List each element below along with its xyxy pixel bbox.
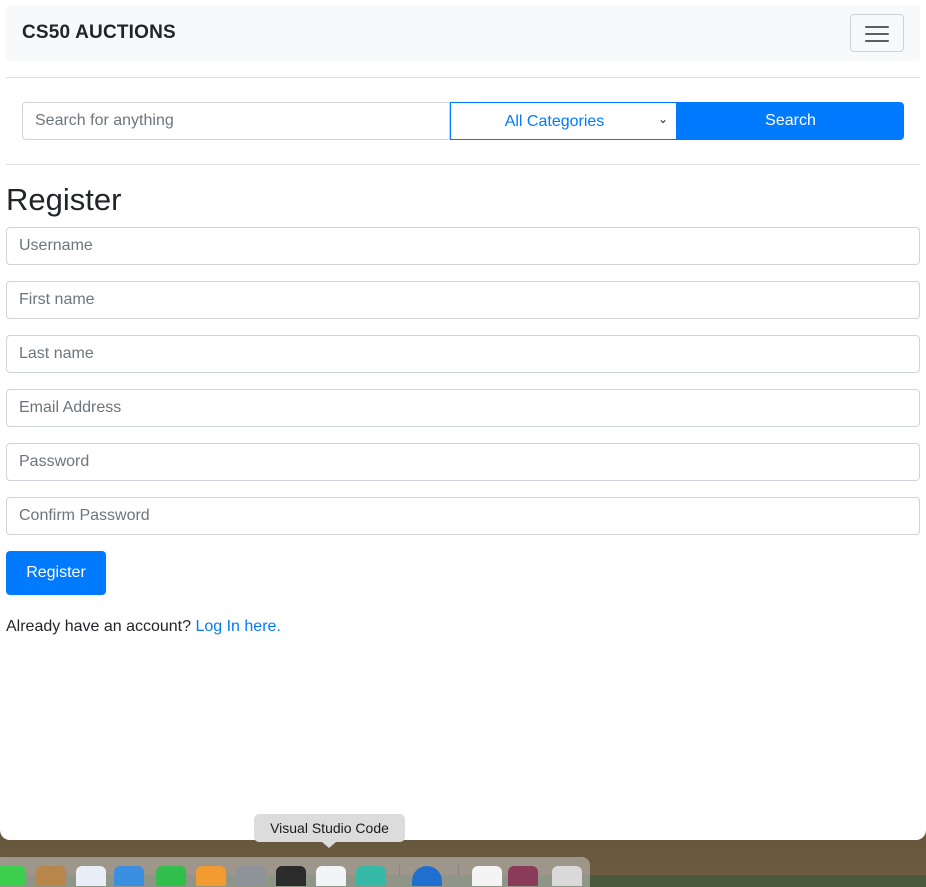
terminal-icon[interactable] bbox=[276, 866, 306, 886]
brand-title[interactable]: CS50 AUCTIONS bbox=[22, 22, 176, 44]
category-select[interactable]: All Categories ⌄ bbox=[450, 102, 677, 140]
login-prompt: Already have an account? Log In here. bbox=[6, 618, 281, 636]
navbar: CS50 AUCTIONS bbox=[6, 5, 920, 61]
navbar-toggler-button[interactable] bbox=[850, 14, 904, 52]
category-selected-value: All Categories bbox=[504, 113, 605, 130]
chevron-down-icon: ⌄ bbox=[657, 112, 668, 126]
hamburger-menu-icon bbox=[865, 26, 889, 28]
dock-separator bbox=[458, 864, 459, 876]
dock-separator bbox=[399, 864, 400, 876]
login-prompt-text: Already have an account? bbox=[6, 618, 192, 635]
username-field[interactable] bbox=[6, 227, 920, 265]
confirm-password-field[interactable] bbox=[6, 497, 920, 535]
divider bbox=[6, 77, 920, 78]
login-link[interactable]: Log In here. bbox=[195, 618, 280, 635]
browser-window: CS50 AUCTIONS All Categories ⌄ Search Re… bbox=[0, 0, 926, 840]
numbers-icon[interactable] bbox=[156, 866, 186, 886]
finder-icon[interactable] bbox=[36, 866, 66, 886]
app-icon[interactable] bbox=[356, 866, 386, 886]
search-button[interactable]: Search bbox=[677, 102, 904, 140]
first-name-field[interactable] bbox=[6, 281, 920, 319]
search-input[interactable] bbox=[22, 102, 450, 140]
dock-tooltip: Visual Studio Code bbox=[254, 814, 405, 848]
last-name-field[interactable] bbox=[6, 335, 920, 373]
page-title: Register bbox=[6, 182, 122, 217]
divider bbox=[6, 164, 920, 165]
photo-icon[interactable] bbox=[508, 866, 538, 886]
system-preferences-icon[interactable] bbox=[236, 866, 266, 886]
notes-icon[interactable] bbox=[76, 866, 106, 886]
visual-studio-code-icon[interactable] bbox=[316, 866, 346, 886]
document-icon[interactable] bbox=[472, 866, 502, 886]
password-field[interactable] bbox=[6, 443, 920, 481]
pages-icon[interactable] bbox=[196, 866, 226, 886]
xcode-icon[interactable] bbox=[114, 866, 144, 886]
facetime-icon[interactable] bbox=[0, 866, 26, 886]
email-field[interactable] bbox=[6, 389, 920, 427]
register-button[interactable]: Register bbox=[6, 551, 106, 595]
trash-icon[interactable] bbox=[552, 866, 582, 886]
